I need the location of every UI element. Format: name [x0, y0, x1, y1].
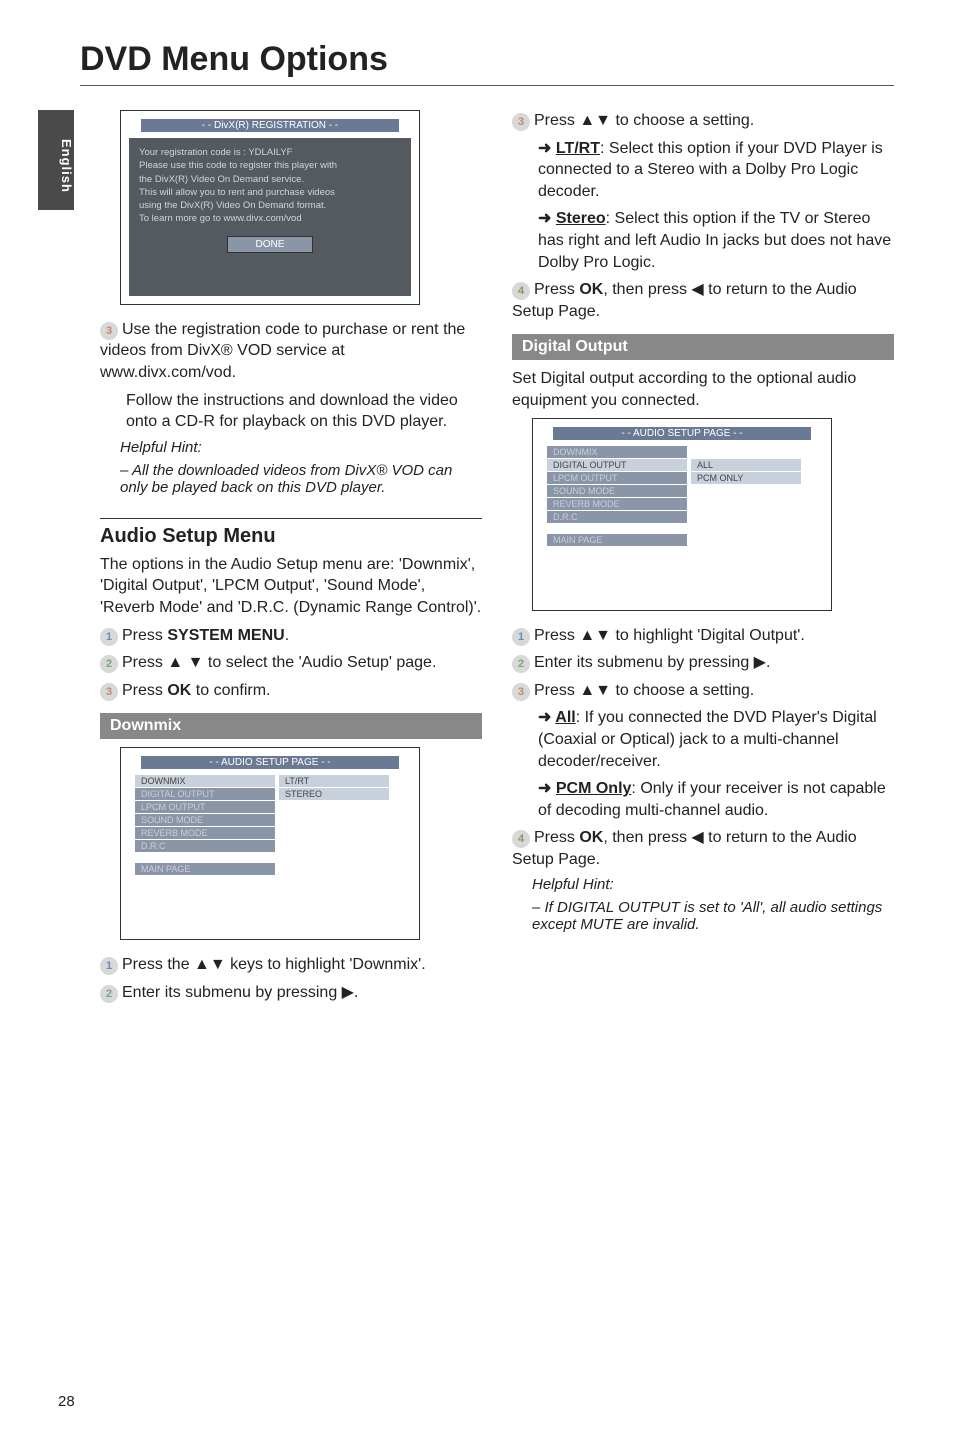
r3-lt-line: ➜ LT/RT: Select this option if your DVD … [538, 138, 894, 203]
hint-body: – All the downloaded videos from DivX® V… [120, 462, 482, 496]
step-3c: 3Press OK to confirm. [100, 680, 482, 702]
foot-2-text: Enter its submenu by pressing ▶. [122, 984, 358, 1001]
reg-line: To learn more go to www.divx.com/vod [139, 212, 401, 225]
step-text: 3Use the registration code to purchase o… [100, 319, 482, 384]
digital-box-title: - - AUDIO SETUP PAGE - - [553, 427, 811, 440]
left-column: - - DivX(R) REGISTRATION - - Your regist… [100, 104, 482, 1010]
hint-body-2: – If DIGITAL OUTPUT is set to 'All', all… [532, 899, 894, 933]
menu-item: PCM ONLY [691, 472, 801, 484]
r-step-3: 3Press ▲▼ to choose a setting. [512, 110, 894, 132]
divx-registration-screenshot: - - DivX(R) REGISTRATION - - Your regist… [120, 110, 420, 305]
hint-label-2: Helpful Hint: [532, 876, 894, 893]
reg-title: - - DivX(R) REGISTRATION - - [141, 119, 399, 132]
page-number: 28 [58, 1393, 75, 1410]
step-number-1-icon: 1 [100, 957, 118, 975]
foot-2: 2Enter its submenu by pressing ▶. [100, 982, 482, 1004]
step-1: 1Press SYSTEM MENU. [100, 625, 482, 647]
menu-item: STEREO [279, 788, 389, 800]
step-number-3-icon: 3 [100, 683, 118, 701]
arrow-icon: ➜ [538, 709, 555, 726]
downmix-screenshot: - - AUDIO SETUP PAGE - - DOWNMIX DIGITAL… [120, 747, 420, 940]
d2-text: Enter its submenu by pressing ▶. [534, 654, 770, 671]
step-number-2-icon: 2 [512, 655, 530, 673]
reg-line: This will allow you to rent and purchase… [139, 186, 401, 199]
reg-line: Your registration code is : YDLAILYF [139, 146, 401, 159]
menu-item: DOWNMIX [547, 446, 687, 458]
d3a-text: Press ▲▼ to choose a setting. [534, 682, 754, 699]
hint-label: Helpful Hint: [120, 439, 482, 456]
step-number-2-icon: 2 [100, 655, 118, 673]
step-2-text: Press ▲ ▼ to select the 'Audio Setup' pa… [122, 654, 436, 671]
step-number-3-icon: 3 [100, 322, 118, 340]
r3a-text: Press ▲▼ to choose a setting. [534, 112, 754, 129]
d-step-4: 4Press OK, then press ◀ to return to the… [512, 827, 894, 870]
step-number-2-icon: 2 [100, 985, 118, 1003]
arrow-icon: ➜ [538, 140, 556, 157]
reg-line: using the DivX(R) Video On Demand format… [139, 199, 401, 212]
step-number-4-icon: 4 [512, 282, 530, 300]
pcm-label: PCM Only [556, 780, 632, 797]
step-2: 2Press ▲ ▼ to select the 'Audio Setup' p… [100, 652, 482, 674]
d-step-1: 1Press ▲▼ to highlight 'Digital Output'. [512, 625, 894, 647]
d-step-3: 3Press ▲▼ to choose a setting. [512, 680, 894, 702]
stereo-label: Stereo [556, 210, 606, 227]
language-tab: English [38, 110, 74, 210]
menu-item: LT/RT [279, 775, 389, 787]
foot-1-text: Press the ▲▼ keys to highlight 'Downmix'… [122, 956, 426, 973]
step-number-3-icon: 3 [512, 113, 530, 131]
reg-line: Please use this code to register this pl… [139, 159, 401, 172]
menu-item: LPCM OUTPUT [135, 801, 275, 813]
d3-pcm-line: ➜ PCM Only: Only if your receiver is not… [538, 778, 894, 821]
arrow-icon: ➜ [538, 780, 556, 797]
menu-item: SOUND MODE [547, 485, 687, 497]
menu-item: LPCM OUTPUT [547, 472, 687, 484]
lt-rt-label: LT/RT [556, 140, 600, 157]
menu-item-main: MAIN PAGE [135, 863, 275, 875]
arrow-icon: ➜ [538, 210, 556, 227]
reg-body: Your registration code is : YDLAILYF Ple… [129, 138, 411, 296]
step-number-1-icon: 1 [100, 628, 118, 646]
menu-item: REVERB MODE [547, 498, 687, 510]
menu-item: SOUND MODE [135, 814, 275, 826]
digital-output-heading: Digital Output [512, 334, 894, 360]
menu-item: D.R.C [135, 840, 275, 852]
menu-item-main: MAIN PAGE [547, 534, 687, 546]
menu-item: DIGITAL OUTPUT [547, 459, 687, 471]
step-3b-text: Follow the instructions and download the… [126, 390, 482, 433]
audio-setup-intro: The options in the Audio Setup menu are:… [100, 554, 482, 619]
menu-item: D.R.C [547, 511, 687, 523]
step-number-4-icon: 4 [512, 830, 530, 848]
foot-1: 1Press the ▲▼ keys to highlight 'Downmix… [100, 954, 482, 976]
all-body: : If you connected the DVD Player's Digi… [538, 709, 877, 769]
d3-all-line: ➜ All: If you connected the DVD Player's… [538, 707, 894, 772]
title-rule [80, 85, 894, 86]
all-label: All [555, 709, 575, 726]
done-button: DONE [227, 236, 314, 253]
d1-text: Press ▲▼ to highlight 'Digital Output'. [534, 627, 805, 644]
downmix-heading: Downmix [100, 713, 482, 739]
r-step-4: 4Press OK, then press ◀ to return to the… [512, 279, 894, 322]
step-number-3-icon: 3 [512, 683, 530, 701]
step-number-1-icon: 1 [512, 628, 530, 646]
menu-item: DIGITAL OUTPUT [135, 788, 275, 800]
right-column: 3Press ▲▼ to choose a setting. ➜ LT/RT: … [512, 104, 894, 1010]
reg-line: the DivX(R) Video On Demand service. [139, 173, 401, 186]
d-step-2: 2Enter its submenu by pressing ▶. [512, 652, 894, 674]
menu-item: DOWNMIX [135, 775, 275, 787]
downmix-box-title: - - AUDIO SETUP PAGE - - [141, 756, 399, 769]
menu-item: ALL [691, 459, 801, 471]
page-title: DVD Menu Options [80, 40, 894, 79]
audio-setup-heading: Audio Setup Menu [100, 525, 482, 548]
menu-item: REVERB MODE [135, 827, 275, 839]
step-3a-text: Use the registration code to purchase or… [100, 321, 465, 381]
section-rule [100, 518, 482, 519]
digital-output-screenshot: - - AUDIO SETUP PAGE - - DOWNMIX DIGITAL… [532, 418, 832, 611]
digital-intro: Set Digital output according to the opti… [512, 368, 894, 411]
r3-stereo-line: ➜ Stereo: Select this option if the TV o… [538, 208, 894, 273]
